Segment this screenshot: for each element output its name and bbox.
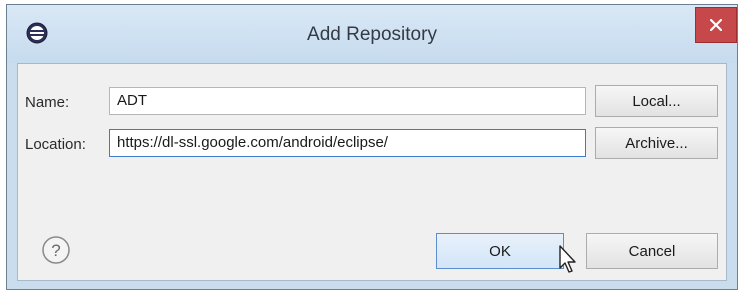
location-field[interactable]: https://dl-ssl.google.com/android/eclips… [109, 129, 586, 157]
ok-button[interactable]: OK [436, 233, 564, 269]
window-title: Add Repository [307, 24, 437, 45]
close-button[interactable] [695, 7, 737, 43]
cancel-button[interactable]: Cancel [586, 233, 718, 269]
title-bar: Add Repository [7, 5, 737, 63]
name-field[interactable]: ADT [109, 87, 586, 115]
help-icon[interactable]: ? [41, 235, 71, 265]
help-glyph: ? [51, 241, 60, 260]
archive-button[interactable]: Archive... [595, 127, 718, 159]
dialog-window: Add Repository Name: ADT Local... Locati… [6, 4, 738, 290]
close-icon [710, 19, 722, 31]
location-label: Location: [25, 136, 86, 153]
dialog-content: Name: ADT Local... Location: https://dl-… [17, 63, 727, 281]
mouse-pointer-icon [559, 245, 576, 273]
local-button[interactable]: Local... [595, 85, 718, 117]
name-label: Name: [25, 94, 70, 111]
